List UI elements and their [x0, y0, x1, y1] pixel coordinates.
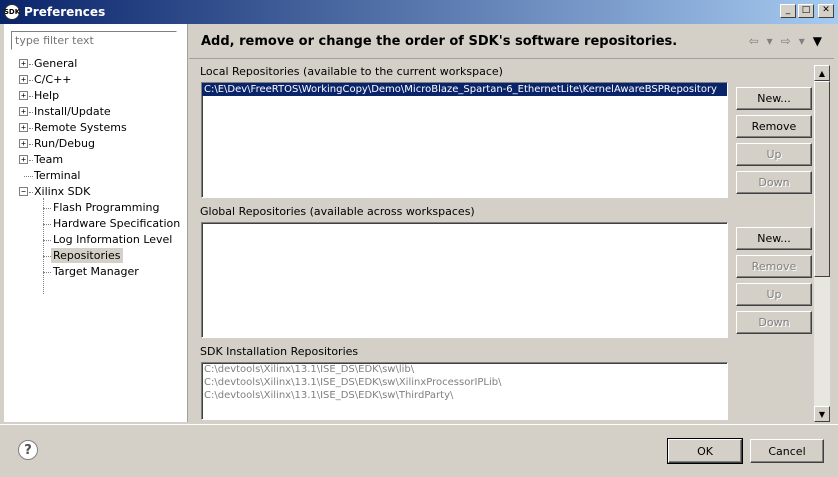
- tree-connector: [43, 240, 51, 241]
- scroll-down-arrow-icon[interactable]: ▼: [814, 406, 830, 422]
- expand-icon[interactable]: +: [19, 155, 28, 164]
- tree-item-label: Help: [34, 89, 60, 102]
- maximize-button[interactable]: □: [798, 4, 814, 18]
- tree-item-label: C/C++: [34, 73, 72, 86]
- collapse-icon[interactable]: −: [19, 187, 28, 196]
- local-repositories-list[interactable]: C:\E\Dev\FreeRTOS\WorkingCopy\Demo\Micro…: [201, 82, 728, 198]
- tree-connector: [43, 272, 51, 273]
- global-remove-button[interactable]: Remove: [736, 255, 812, 278]
- list-item: C:\devtools\Xilinx\13.1\ISE_DS\EDK\sw\li…: [204, 364, 415, 375]
- sdk-installation-repositories-label: SDK Installation Repositories: [200, 345, 359, 358]
- tree-connector: [43, 224, 51, 225]
- forward-arrow-icon[interactable]: ⇨: [781, 34, 791, 48]
- tree-item-label: Repositories: [51, 248, 123, 263]
- tree-connector: [43, 208, 51, 209]
- global-down-button[interactable]: Down: [736, 311, 812, 334]
- tree-item-label: Hardware Specification: [53, 217, 181, 230]
- page-header: Add, remove or change the order of SDK's…: [189, 24, 834, 59]
- expand-icon[interactable]: +: [19, 75, 28, 84]
- help-icon[interactable]: ?: [18, 440, 38, 460]
- global-new-button[interactable]: New...: [736, 227, 812, 250]
- local-down-button[interactable]: Down: [736, 171, 812, 194]
- global-repositories-label: Global Repositories (available across wo…: [200, 205, 475, 218]
- tree-item-label: Run/Debug: [34, 137, 95, 150]
- preferences-navigation: + General + C/C++ + Help + Install/Updat…: [4, 24, 188, 422]
- local-new-button[interactable]: New...: [736, 87, 812, 110]
- tree-item-label: General: [34, 57, 78, 70]
- expand-icon[interactable]: +: [19, 59, 28, 68]
- local-repositories-label: Local Repositories (available to the cur…: [200, 65, 503, 78]
- expand-icon[interactable]: +: [19, 91, 28, 100]
- tree-connector: [43, 256, 51, 257]
- global-repositories-list[interactable]: [201, 222, 728, 338]
- filter-input[interactable]: [11, 31, 177, 50]
- expand-icon[interactable]: +: [19, 107, 28, 116]
- close-button[interactable]: ✕: [818, 4, 834, 18]
- ok-button[interactable]: OK: [667, 438, 743, 464]
- back-arrow-icon[interactable]: ⇦: [749, 34, 759, 48]
- scroll-up-arrow-icon[interactable]: ▲: [814, 65, 830, 81]
- expand-icon[interactable]: +: [19, 123, 28, 132]
- page-content: Local Repositories (available to the cur…: [189, 60, 815, 422]
- back-history-dropdown-icon[interactable]: ▾: [767, 34, 773, 48]
- expand-icon[interactable]: +: [19, 139, 28, 148]
- local-remove-button[interactable]: Remove: [736, 115, 812, 138]
- list-item: C:\devtools\Xilinx\13.1\ISE_DS\EDK\sw\Xi…: [204, 377, 502, 388]
- preference-page: Add, remove or change the order of SDK's…: [189, 24, 834, 422]
- page-navigation: ⇦ ▾ ⇨ ▾ ▼: [749, 34, 822, 48]
- view-menu-icon[interactable]: ▼: [813, 34, 822, 48]
- list-item[interactable]: C:\E\Dev\FreeRTOS\WorkingCopy\Demo\Micro…: [202, 83, 727, 97]
- tree-item-label: Terminal: [34, 169, 81, 182]
- tree-item-label: Xilinx SDK: [34, 185, 91, 198]
- tree-item-label: Team: [34, 153, 64, 166]
- page-scrollbar[interactable]: ▲ ▼: [814, 65, 830, 422]
- tree-item-label: Log Information Level: [53, 233, 173, 246]
- forward-history-dropdown-icon[interactable]: ▾: [799, 34, 805, 48]
- global-up-button[interactable]: Up: [736, 283, 812, 306]
- tree-item-label: Flash Programming: [53, 201, 160, 214]
- page-title: Add, remove or change the order of SDK's…: [201, 34, 678, 49]
- title-bar[interactable]: SDK Preferences _ □ ✕: [0, 0, 838, 24]
- local-up-button[interactable]: Up: [736, 143, 812, 166]
- window-controls: _ □ ✕: [780, 4, 834, 18]
- tree-item-label: Install/Update: [34, 105, 111, 118]
- minimize-button[interactable]: _: [780, 4, 796, 18]
- sdk-installation-repositories-list[interactable]: C:\devtools\Xilinx\13.1\ISE_DS\EDK\sw\li…: [201, 362, 728, 420]
- tree-connector: [43, 198, 44, 294]
- window-title: Preferences: [24, 5, 106, 19]
- tree-item-label: Target Manager: [53, 265, 139, 278]
- dialog-button-bar: ? OK Cancel: [0, 424, 838, 477]
- tree-item-label: Remote Systems: [34, 121, 127, 134]
- cancel-button[interactable]: Cancel: [750, 439, 824, 463]
- sdk-app-icon: SDK: [4, 4, 20, 20]
- list-item: C:\devtools\Xilinx\13.1\ISE_DS\EDK\sw\Th…: [204, 390, 454, 401]
- scroll-thumb[interactable]: [814, 81, 830, 277]
